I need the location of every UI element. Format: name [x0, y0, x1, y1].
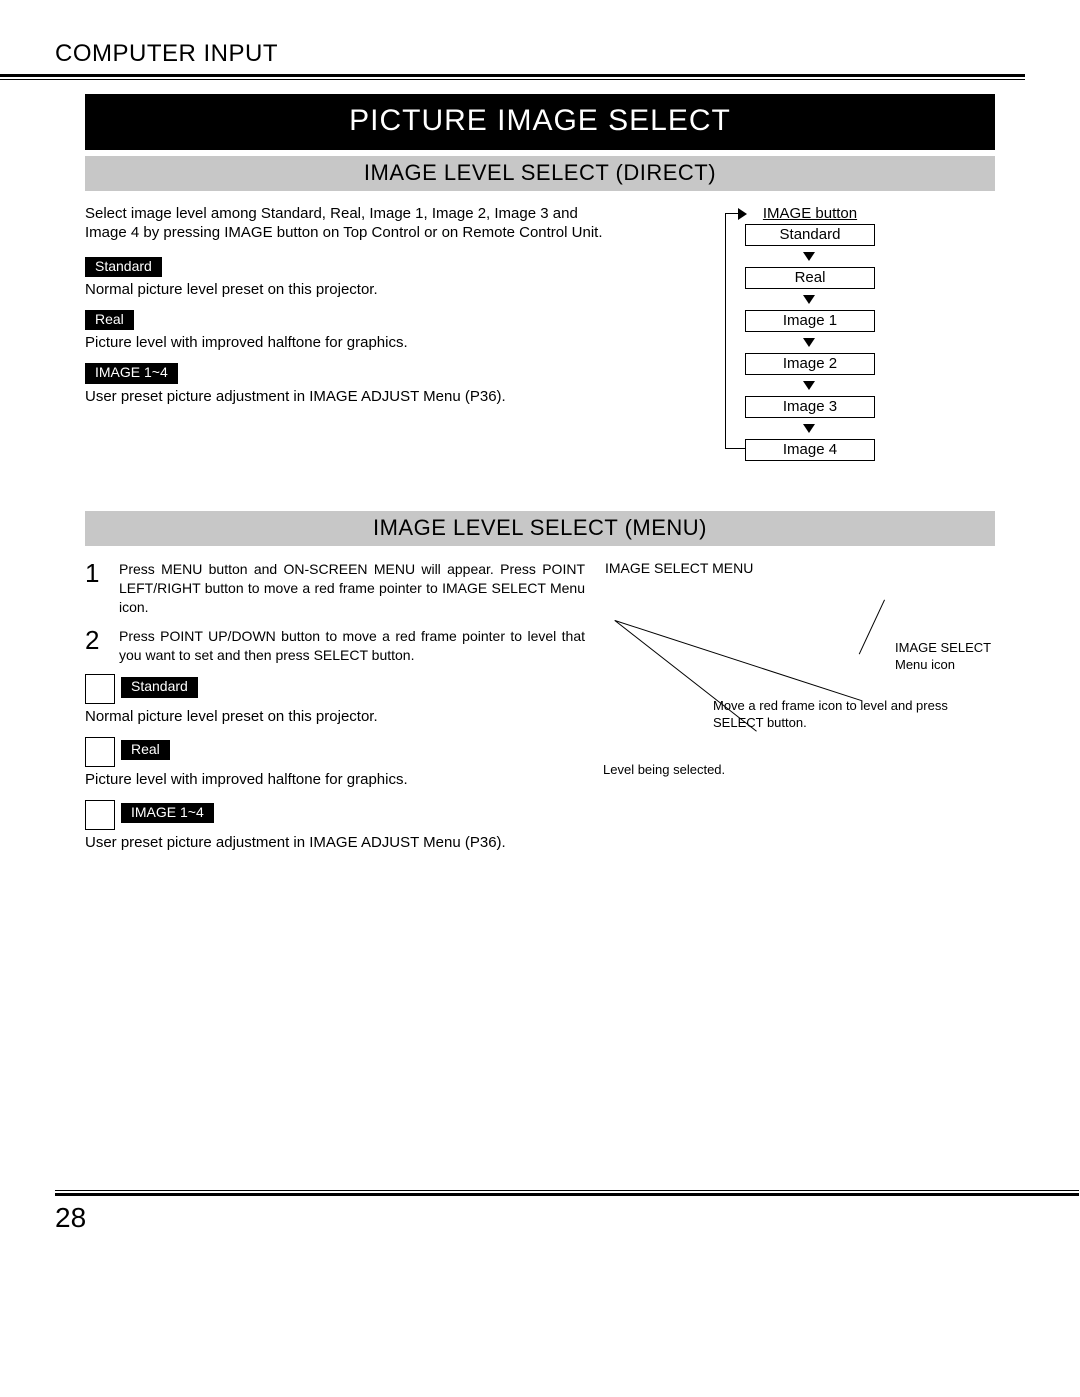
- step-text-2: Press POINT UP/DOWN button to move a red…: [119, 627, 585, 665]
- desc-standard: Normal picture level preset on this proj…: [85, 281, 605, 300]
- label-standard-menu: Standard: [121, 677, 198, 698]
- arrow-down-icon: [803, 338, 815, 347]
- image-select-menu-title: IMAGE SELECT MENU: [605, 560, 995, 576]
- desc-standard-menu: Normal picture level preset on this proj…: [85, 708, 585, 727]
- arrow-right-icon: [738, 208, 747, 220]
- label-image-1-4: IMAGE 1~4: [85, 363, 178, 384]
- flow-title: IMAGE button: [725, 205, 895, 222]
- arrow-down-icon: [803, 252, 815, 261]
- desc-image-1-4-menu: User preset picture adjustment in IMAGE …: [85, 834, 585, 853]
- footer-rule: [55, 1190, 1079, 1196]
- heading-rule: [0, 74, 1025, 80]
- flow-box-real: Real: [745, 267, 875, 289]
- image14-icon: [85, 800, 115, 830]
- callout-level-selected: Level being selected.: [603, 762, 803, 779]
- flow-box-image4: Image 4: [745, 439, 875, 461]
- label-image-1-4-menu: IMAGE 1~4: [121, 803, 214, 824]
- label-real: Real: [85, 310, 134, 331]
- step-text-1: Press MENU button and ON-SCREEN MENU wil…: [119, 560, 585, 617]
- arrow-down-icon: [803, 381, 815, 390]
- callout-image-select-icon: IMAGE SELECT Menu icon: [895, 640, 1025, 674]
- real-icon: [85, 737, 115, 767]
- step-2: 2 Press POINT UP/DOWN button to move a r…: [85, 627, 585, 665]
- flow-box-image1: Image 1: [745, 310, 875, 332]
- flow-box-image3: Image 3: [745, 396, 875, 418]
- direct-intro: Select image level among Standard, Real,…: [85, 205, 605, 243]
- desc-real-menu: Picture level with improved halftone for…: [85, 771, 585, 790]
- section-heading: COMPUTER INPUT: [55, 40, 1025, 68]
- subtitle-direct: IMAGE LEVEL SELECT (DIRECT): [85, 156, 995, 191]
- page-number: 28: [55, 1202, 86, 1234]
- desc-image-1-4: User preset picture adjustment in IMAGE …: [85, 388, 605, 407]
- callout-line: [615, 620, 863, 701]
- flow-return-line: [725, 213, 745, 449]
- label-standard: Standard: [85, 257, 162, 278]
- arrow-down-icon: [803, 424, 815, 433]
- callout-line: [859, 600, 885, 655]
- subtitle-menu: IMAGE LEVEL SELECT (MENU): [85, 511, 995, 546]
- standard-icon: [85, 674, 115, 704]
- arrow-down-icon: [803, 295, 815, 304]
- callout-move-frame: Move a red frame icon to level and press…: [713, 698, 973, 732]
- page-title-banner: PICTURE IMAGE SELECT: [85, 94, 995, 150]
- label-real-menu: Real: [121, 740, 170, 761]
- desc-real: Picture level with improved halftone for…: [85, 334, 605, 353]
- step-num-1: 1: [85, 560, 107, 617]
- flow-box-standard: Standard: [745, 224, 875, 246]
- step-1: 1 Press MENU button and ON-SCREEN MENU w…: [85, 560, 585, 617]
- step-num-2: 2: [85, 627, 107, 665]
- flow-box-image2: Image 2: [745, 353, 875, 375]
